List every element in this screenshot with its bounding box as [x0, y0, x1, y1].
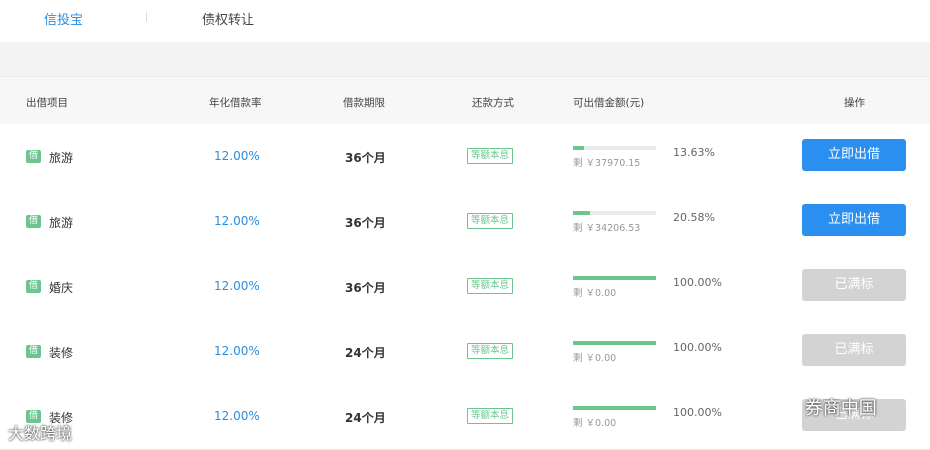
fully-funded-button: 已满标 [802, 269, 906, 301]
remaining-amount: 剩 ￥34206.53 [573, 223, 641, 234]
remaining-amount: 剩 ￥37970.15 [573, 158, 641, 169]
remaining-amount: 剩 ￥0.00 [573, 353, 617, 364]
remaining-amount: 剩 ￥0.00 [573, 418, 617, 429]
project-name: 旅游 [49, 151, 74, 165]
project-name: 装修 [49, 346, 74, 360]
invest-now-button[interactable]: 立即出借 [802, 139, 906, 171]
progress-percent: 20.58% [673, 211, 715, 224]
annual-rate: 12.00% [214, 279, 260, 293]
project-name: 旅游 [49, 216, 74, 230]
annual-rate: 12.00% [214, 149, 260, 163]
progress-percent: 100.00% [673, 406, 722, 419]
wechat-icon [766, 399, 793, 418]
loan-term: 36个月 [345, 216, 386, 230]
progress-bar [573, 276, 656, 280]
table-row: 借 装修 12.00% 24个月 等额本息 剩 ￥0.00 100.00% 已满… [0, 319, 930, 385]
repayment-method: 等额本息 [467, 408, 514, 424]
tab-xintoubao[interactable]: 信投宝 [44, 9, 83, 28]
progress-bar [573, 341, 656, 345]
header-action: 操作 [844, 97, 865, 109]
invest-now-button[interactable]: 立即出借 [802, 204, 906, 236]
progress-percent: 13.63% [673, 146, 715, 159]
progress-bar [573, 406, 656, 410]
annual-rate: 12.00% [214, 214, 260, 228]
table-row: 借 婚庆 12.00% 36个月 等额本息 剩 ￥0.00 100.00% 已满… [0, 254, 930, 320]
loan-term: 36个月 [345, 281, 386, 295]
tab-bar: 信投宝 债权转让 [0, 0, 930, 42]
progress-fill [573, 406, 656, 410]
loan-badge: 借 [26, 150, 41, 163]
loan-badge: 借 [26, 345, 41, 358]
repayment-method: 等额本息 [467, 213, 514, 229]
watermark-right: 券商中国 [765, 394, 877, 420]
table-row: 借 旅游 12.00% 36个月 等额本息 剩 ￥37970.15 13.63%… [0, 124, 930, 190]
loan-badge: 借 [26, 280, 41, 293]
header-project: 出借项目 [26, 97, 68, 109]
fully-funded-button: 已满标 [802, 334, 906, 366]
loan-term: 24个月 [345, 411, 386, 425]
progress-fill [573, 211, 591, 215]
watermark-right-text: 券商中国 [804, 398, 877, 419]
loan-badge: 借 [26, 215, 41, 228]
table-header: 出借项目 年化借款率 借款期限 还款方式 可出借金额(元) 操作 [0, 76, 930, 125]
header-amount: 可出借金额(元) [573, 97, 645, 109]
table-row: 借 旅游 12.00% 36个月 等额本息 剩 ￥34206.53 20.58%… [0, 189, 930, 255]
project-name: 婚庆 [49, 281, 74, 295]
remaining-amount: 剩 ￥0.00 [573, 288, 617, 299]
section-gap [0, 42, 930, 76]
progress-percent: 100.00% [673, 341, 722, 354]
progress-bar [573, 146, 656, 150]
header-method: 还款方式 [472, 97, 514, 109]
progress-fill [573, 341, 656, 345]
loan-term: 24个月 [345, 346, 386, 360]
loan-term: 36个月 [345, 151, 386, 165]
progress-percent: 100.00% [673, 276, 722, 289]
repayment-method: 等额本息 [467, 148, 514, 164]
tab-divider [146, 12, 147, 22]
header-term: 借款期限 [343, 97, 385, 109]
tab-debt-transfer[interactable]: 债权转让 [202, 9, 254, 28]
watermark-left: 大数跨境 [8, 420, 72, 444]
progress-bar [573, 211, 656, 215]
header-rate: 年化借款率 [209, 97, 262, 109]
progress-fill [573, 276, 656, 280]
annual-rate: 12.00% [214, 409, 260, 423]
annual-rate: 12.00% [214, 344, 260, 358]
repayment-method: 等额本息 [467, 343, 514, 359]
progress-fill [573, 146, 585, 150]
watermark-left-text: 大数跨境 [8, 424, 73, 443]
repayment-method: 等额本息 [467, 278, 514, 294]
